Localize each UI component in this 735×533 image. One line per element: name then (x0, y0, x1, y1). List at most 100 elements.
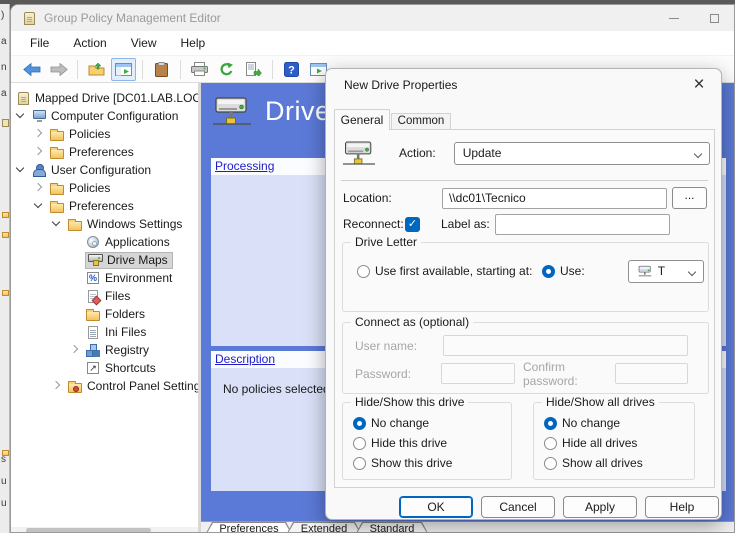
selected-tree-item: Drive Maps (85, 252, 173, 269)
computer-icon (31, 109, 47, 123)
apply-button[interactable]: Apply (563, 496, 637, 518)
show-all-drives-radio[interactable] (544, 457, 557, 470)
chevron-collapsed-icon[interactable] (69, 344, 81, 356)
folder-up-button[interactable] (84, 58, 109, 81)
chevron-collapsed-icon[interactable] (33, 146, 45, 158)
export-list-button[interactable] (241, 58, 266, 81)
scrollbar-thumb[interactable] (26, 528, 151, 533)
use-first-available-radio[interactable] (357, 265, 370, 278)
help-button-dialog[interactable]: Help (645, 496, 719, 518)
console-tree-toggle-button[interactable] (111, 58, 136, 81)
paste-button[interactable] (149, 58, 174, 81)
tree-item-windows-settings[interactable]: Windows Settings (11, 215, 198, 233)
tree-item-control-panel-settings[interactable]: Control Panel Settings (11, 377, 198, 395)
tree-item-files[interactable]: Files (11, 287, 198, 305)
use-label: Use: (560, 264, 585, 278)
use-radio[interactable] (542, 265, 555, 278)
close-button[interactable] (687, 73, 711, 97)
reconnect-checkbox[interactable] (405, 217, 420, 232)
tree-item-applications[interactable]: Applications (11, 233, 198, 251)
show-this-drive-radio[interactable] (353, 457, 366, 470)
hide-show-all-drives-group: Hide/Show all drives No change Hide all … (533, 402, 695, 480)
toolbar-separator (142, 60, 143, 79)
tab-general[interactable]: General (334, 109, 390, 130)
general-tab-page: Action: Update Location: \\dc01\Tecnico … (334, 129, 715, 488)
network-drive-icon (213, 95, 251, 127)
option-row: Show this drive (353, 454, 452, 472)
chevron-collapsed-icon[interactable] (33, 182, 45, 194)
tree-item-label: Ini Files (105, 325, 146, 339)
hide-this-drive-radio[interactable] (353, 437, 366, 450)
tree-item-root[interactable]: Mapped Drive [DC01.LAB.LOCA (11, 89, 198, 107)
label-as-input[interactable] (495, 214, 670, 235)
forward-button[interactable] (46, 58, 71, 81)
no-change-this-radio[interactable] (353, 417, 366, 430)
tree-item-preferences-user[interactable]: Preferences (11, 197, 198, 215)
tree-item-label: Registry (105, 343, 149, 357)
tree-item-user-configuration[interactable]: User Configuration (11, 161, 198, 179)
menu-action[interactable]: Action (62, 33, 117, 53)
background-fragment-folder-icon (2, 212, 9, 218)
action-select[interactable]: Update (454, 142, 710, 165)
tree-item-label: Preferences (69, 145, 134, 159)
location-input[interactable]: \\dc01\Tecnico (442, 188, 667, 209)
tree-item-policies[interactable]: Policies (11, 125, 198, 143)
menu-view[interactable]: View (120, 33, 168, 53)
chevron-spacer (69, 272, 81, 284)
tree-item-label: Computer Configuration (51, 109, 178, 123)
cancel-button[interactable]: Cancel (481, 496, 555, 518)
refresh-button[interactable] (214, 58, 239, 81)
window-title: Group Policy Management Editor (44, 11, 654, 25)
label-as-label: Label as: (441, 217, 495, 231)
tab-preferences[interactable]: Preferences (205, 522, 293, 533)
menu-help[interactable]: Help (170, 33, 217, 53)
chevron-expanded-icon[interactable] (15, 164, 27, 176)
tree-item-shortcuts[interactable]: Shortcuts (11, 359, 198, 377)
tab-standard[interactable]: Standard (355, 522, 429, 533)
back-button[interactable] (19, 58, 44, 81)
chevron-collapsed-icon[interactable] (33, 128, 45, 140)
chevron-collapsed-icon[interactable] (51, 380, 63, 392)
tree-item-label: Preferences (69, 199, 134, 213)
refresh-icon (219, 62, 234, 77)
background-fragment: u (1, 498, 7, 509)
chevron-expanded-icon[interactable] (33, 200, 45, 212)
ok-button[interactable]: OK (399, 496, 473, 518)
tab-extended[interactable]: Extended (286, 522, 362, 533)
drive-letter-select[interactable]: T (628, 260, 704, 283)
folder-up-icon (88, 62, 105, 76)
tree-item-environment[interactable]: Environment (11, 269, 198, 287)
hide-all-drives-radio[interactable] (544, 437, 557, 450)
tree-item-policies-user[interactable]: Policies (11, 179, 198, 197)
password-input[interactable] (441, 363, 515, 384)
description-link[interactable]: Description (215, 352, 275, 366)
tab-common[interactable]: Common (391, 113, 451, 130)
confirm-password-input[interactable] (615, 363, 688, 384)
tree-item-label: Policies (69, 181, 110, 195)
browse-button[interactable]: ... (672, 187, 707, 209)
tree-item-preferences[interactable]: Preferences (11, 143, 198, 161)
background-fragment: a (1, 88, 7, 99)
user-name-input[interactable] (443, 335, 688, 356)
tree-item-computer-configuration[interactable]: Computer Configuration (11, 107, 198, 125)
tree-item-registry[interactable]: Registry (11, 341, 198, 359)
print-button[interactable] (187, 58, 212, 81)
chevron-expanded-icon[interactable] (15, 110, 27, 122)
tree-item-ini-files[interactable]: Ini Files (11, 323, 198, 341)
chevron-expanded-icon[interactable] (51, 218, 63, 230)
menu-file[interactable]: File (19, 33, 60, 53)
printer-icon (191, 62, 208, 76)
tree-item-folders[interactable]: Folders (11, 305, 198, 323)
maximize-button[interactable] (694, 5, 734, 31)
gpo-scroll-icon (15, 91, 31, 105)
maximize-icon (710, 14, 719, 23)
tree-item-label: Mapped Drive [DC01.LAB.LOCA (35, 91, 201, 105)
drive-letter-options: Use first available, starting at: Use: T (357, 259, 704, 283)
minimize-button[interactable] (654, 5, 694, 31)
tree-item-drive-maps[interactable]: Drive Maps (11, 251, 198, 269)
processing-link[interactable]: Processing (215, 159, 274, 173)
no-change-all-radio[interactable] (544, 417, 557, 430)
tree-horizontal-scrollbar[interactable] (11, 527, 198, 533)
hide-all-drives-label: Hide all drives (562, 436, 637, 450)
help-button[interactable]: ? (279, 58, 304, 81)
